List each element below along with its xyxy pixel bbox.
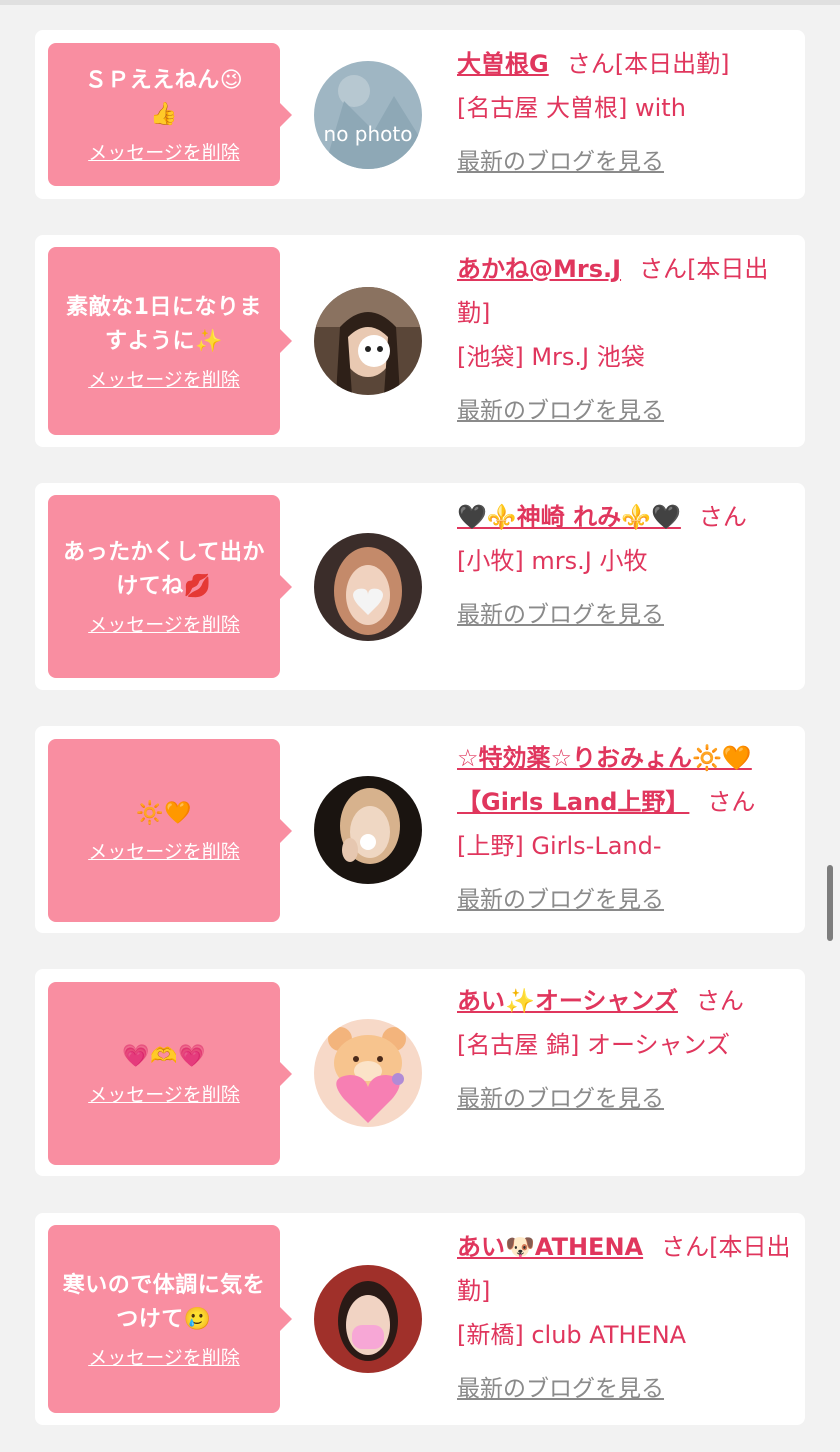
honorific: さん: [661, 1233, 710, 1261]
cast-info: 大曽根G さん[本日出勤] [名古屋 大曽根] with 最新のブログを見る: [457, 42, 792, 184]
message-text: 🔆🧡: [136, 801, 192, 826]
message-text: 💗🫶💗: [122, 1044, 206, 1069]
honorific: さん: [698, 503, 747, 531]
delete-message-link[interactable]: メッセージを削除: [88, 1080, 240, 1107]
cast-name-link[interactable]: あかね@Mrs.J: [457, 255, 621, 283]
blog-link[interactable]: 最新のブログを見る: [457, 140, 664, 184]
blog-link[interactable]: 最新のブログを見る: [457, 878, 664, 922]
avatar[interactable]: [314, 776, 422, 884]
message-bubble: 🔆🧡 メッセージを削除: [48, 739, 292, 922]
message-card: ＳＰええねん😉👍 メッセージを削除 no photo 大曽根G さん[本日出勤] …: [35, 30, 805, 199]
message-card: 🔆🧡 メッセージを削除 ☆特効薬☆りおみょん🔆🧡【Girls Land上野】 さん…: [35, 726, 805, 933]
message-card: 💗🫶💗 メッセージを削除 あい✨オーシャンズ さん [名古屋 錦] オーシャンズ …: [35, 969, 805, 1176]
blog-link[interactable]: 最新のブログを見る: [457, 1367, 664, 1411]
message-card: あったかくして出かけてね💋 メッセージを削除 🖤⚜️神崎 れみ⚜️🖤 さん [小牧…: [35, 483, 805, 690]
cast-name-link[interactable]: あい🐶ATHENA: [457, 1233, 643, 1261]
message-bubble: 素敵な1日になりますように✨ メッセージを削除: [48, 247, 292, 435]
cast-name-link[interactable]: 🖤⚜️神崎 れみ⚜️🖤: [457, 503, 681, 531]
cast-info: 🖤⚜️神崎 れみ⚜️🖤 さん [小牧] mrs.J 小牧 最新のブログを見る: [457, 495, 792, 637]
honorific: さん: [639, 255, 688, 283]
avatar[interactable]: [314, 1019, 422, 1127]
honorific: さん: [707, 788, 756, 816]
cast-name-link[interactable]: 大曽根G: [457, 50, 549, 78]
no-photo-label: no photo: [324, 122, 413, 146]
shop-text: [名古屋 錦] オーシャンズ: [457, 1031, 731, 1059]
blog-link[interactable]: 最新のブログを見る: [457, 1077, 664, 1121]
message-bubble: 💗🫶💗 メッセージを削除: [48, 982, 292, 1165]
message-card: 素敵な1日になりますように✨ メッセージを削除 あかね@Mrs.J さん[本日出勤…: [35, 235, 805, 447]
delete-message-link[interactable]: メッセージを削除: [88, 1343, 240, 1370]
delete-message-link[interactable]: メッセージを削除: [88, 138, 240, 165]
message-text: ＳＰええねん😉👍: [84, 68, 244, 127]
delete-message-link[interactable]: メッセージを削除: [88, 365, 240, 392]
delete-message-link[interactable]: メッセージを削除: [88, 610, 240, 637]
message-bubble: 寒いので体調に気をつけて🥲 メッセージを削除: [48, 1225, 292, 1413]
message-text: 寒いので体調に気をつけて🥲: [62, 1272, 266, 1332]
blog-link[interactable]: 最新のブログを見る: [457, 389, 664, 433]
cast-info: あい✨オーシャンズ さん [名古屋 錦] オーシャンズ 最新のブログを見る: [457, 979, 792, 1121]
honorific: さん: [566, 50, 615, 78]
avatar[interactable]: no photo: [314, 61, 422, 169]
delete-message-link[interactable]: メッセージを削除: [88, 837, 240, 864]
shop-text: [上野] Girls-Land-: [457, 832, 662, 860]
honorific: さん: [695, 987, 744, 1015]
message-bubble: あったかくして出かけてね💋 メッセージを削除: [48, 495, 292, 678]
shop-text: [小牧] mrs.J 小牧: [457, 547, 648, 575]
shop-text: [新橋] club ATHENA: [457, 1321, 687, 1349]
shop-text: [名古屋 大曽根] with: [457, 94, 686, 122]
avatar[interactable]: [314, 533, 422, 641]
message-text: あったかくして出かけてね💋: [63, 540, 265, 599]
message-text: 素敵な1日になりますように✨: [66, 294, 262, 354]
cast-info: あい🐶ATHENA さん[本日出勤] [新橋] club ATHENA 最新のブロ…: [457, 1225, 792, 1411]
top-divider: [0, 0, 840, 5]
avatar[interactable]: [314, 1265, 422, 1373]
message-bubble: ＳＰええねん😉👍 メッセージを削除: [48, 43, 292, 186]
shop-text: [池袋] Mrs.J 池袋: [457, 343, 645, 371]
scrollbar[interactable]: [827, 865, 833, 941]
cast-info: ☆特効薬☆りおみょん🔆🧡【Girls Land上野】 さん [上野] Girls-…: [457, 736, 792, 922]
cast-info: あかね@Mrs.J さん[本日出勤] [池袋] Mrs.J 池袋 最新のブログを見…: [457, 247, 792, 433]
status-text: [本日出勤]: [614, 50, 730, 78]
message-card: 寒いので体調に気をつけて🥲 メッセージを削除 あい🐶ATHENA さん[本日出勤]…: [35, 1213, 805, 1425]
cast-name-link[interactable]: あい✨オーシャンズ: [457, 987, 678, 1015]
avatar[interactable]: [314, 287, 422, 395]
blog-link[interactable]: 最新のブログを見る: [457, 593, 664, 637]
